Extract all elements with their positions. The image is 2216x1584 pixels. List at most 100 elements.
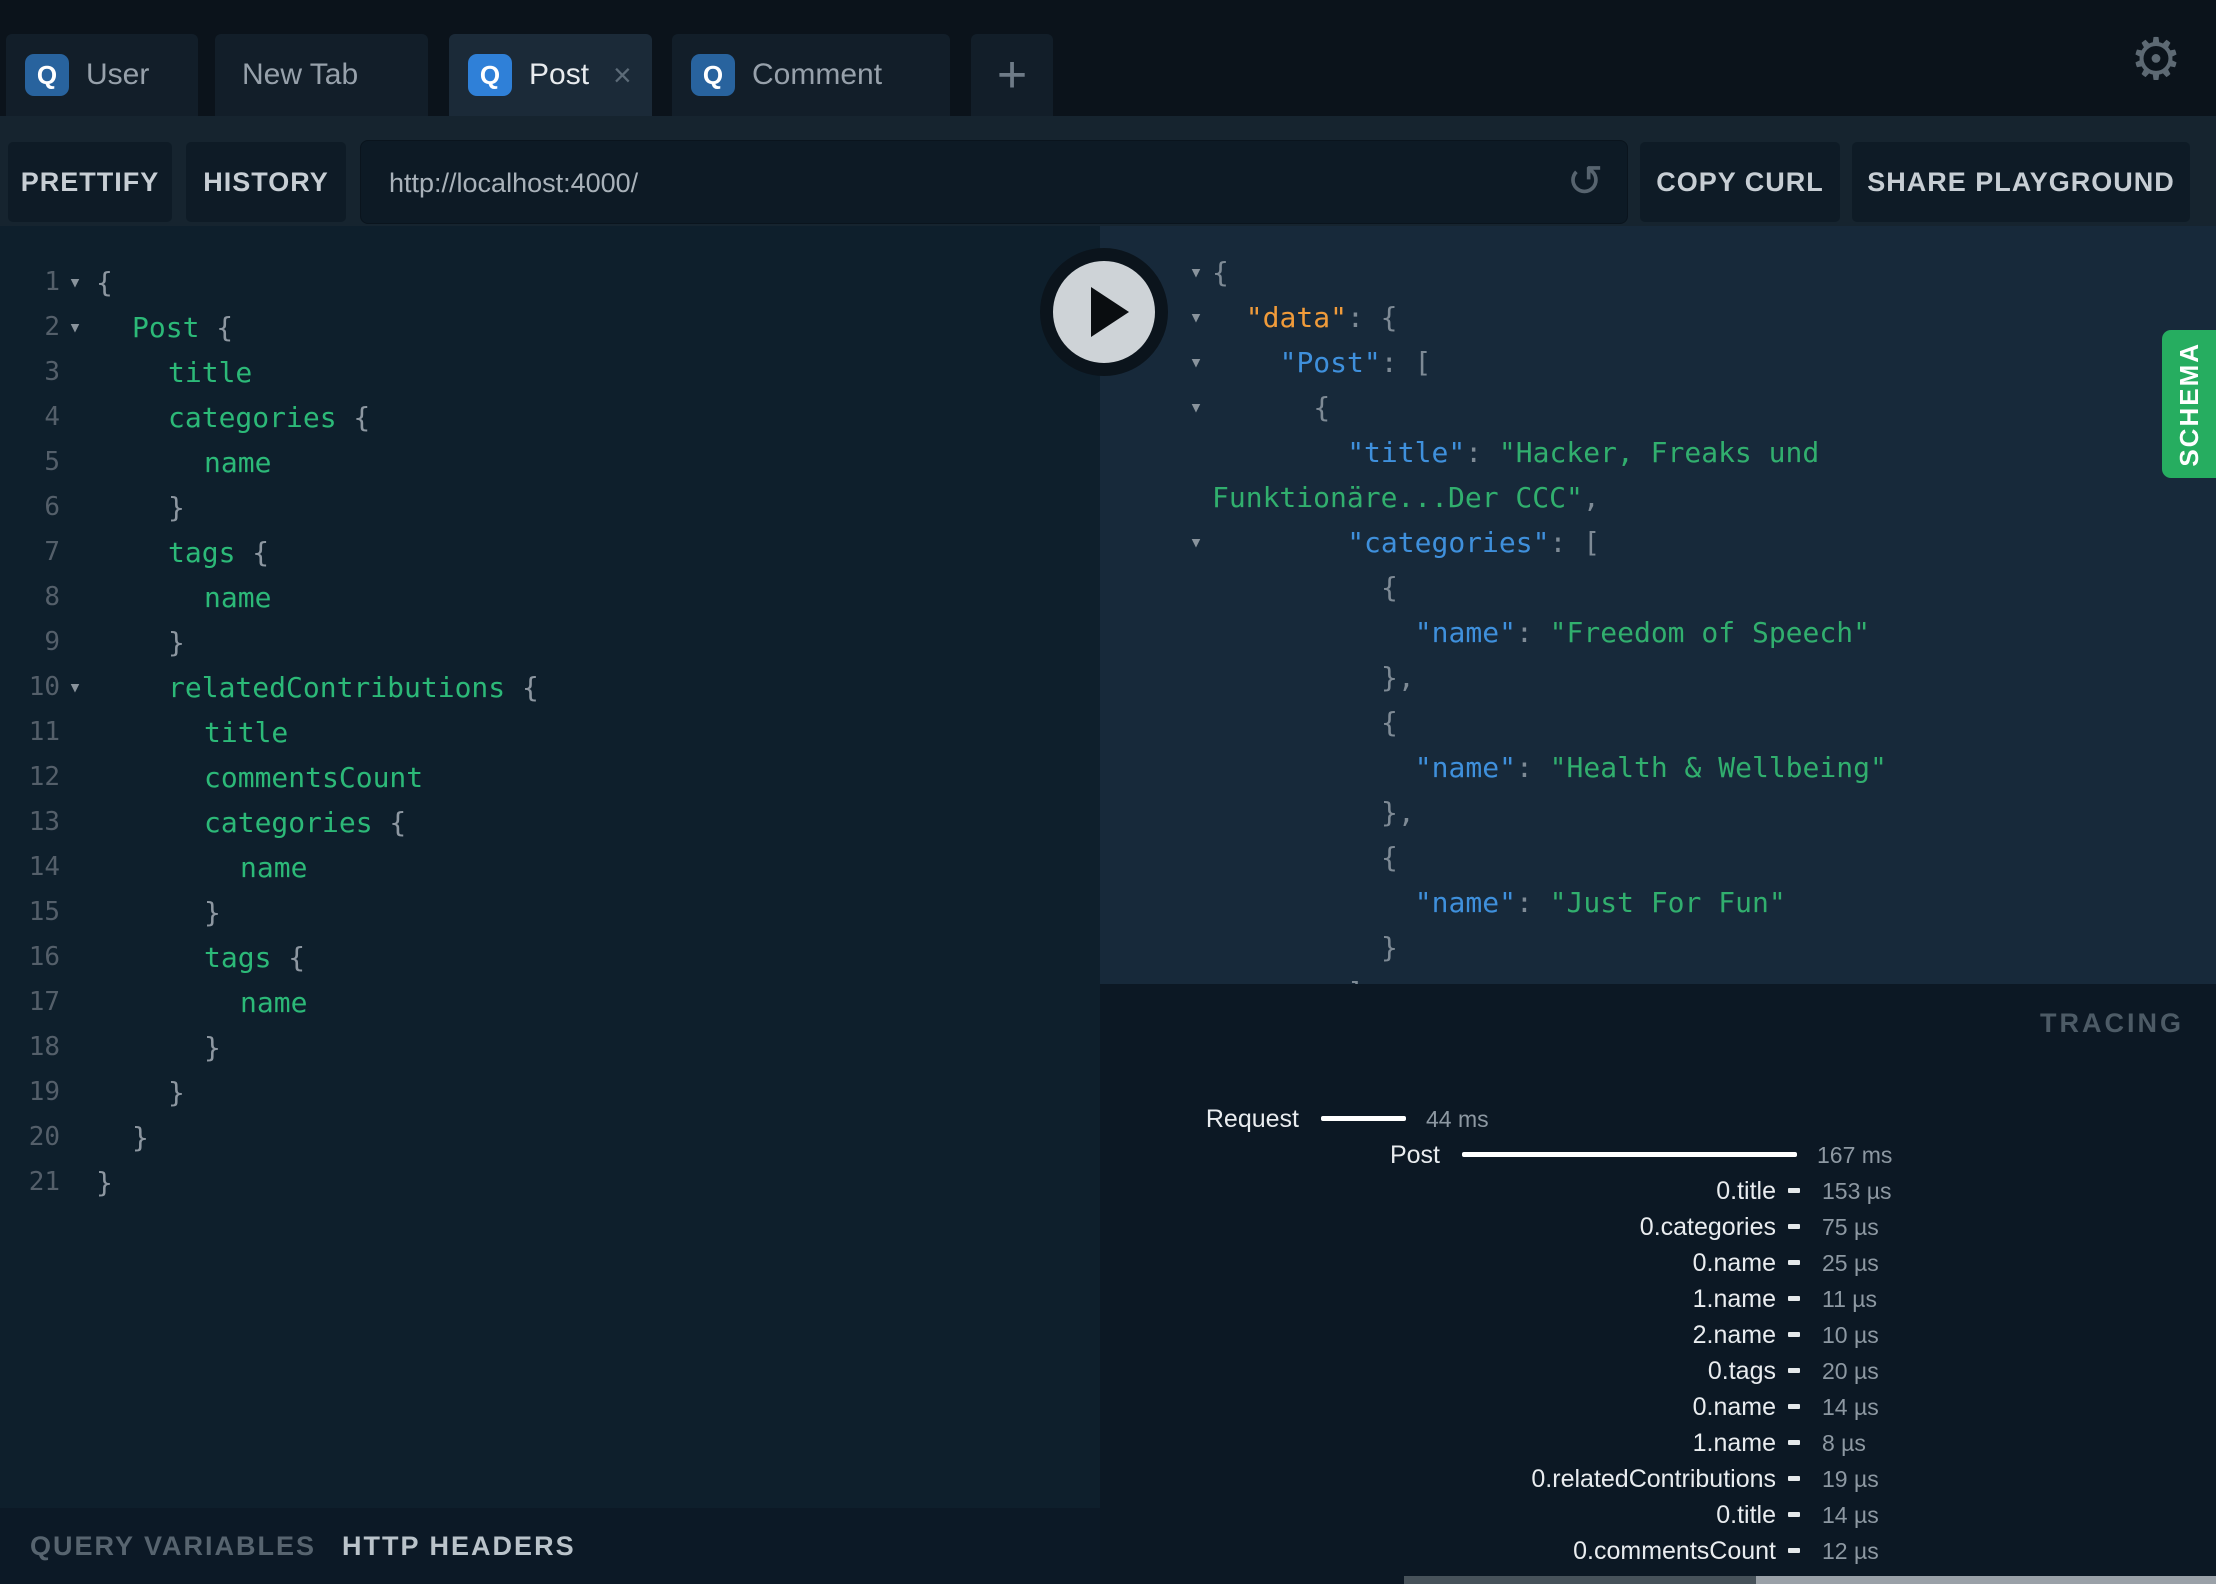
tab-user[interactable]: Q User: [6, 34, 198, 116]
fold-arrow-icon[interactable]: ▾: [1185, 385, 1207, 430]
tracing-scrollbar-track[interactable]: [1404, 1576, 1756, 1584]
query-line: 7 tags {: [0, 530, 1100, 575]
schema-tab-label: SCHEMA: [2173, 341, 2204, 467]
toolbar: PRETTIFY HISTORY ↺ COPY CURL SHARE PLAYG…: [0, 116, 2216, 226]
code-token: Funktionäre...Der CCC": [1212, 481, 1583, 514]
line-number: 16: [28, 942, 60, 972]
response-line: ▾ "categories": [: [1100, 520, 2216, 565]
tab-label: User: [86, 58, 150, 91]
trace-resolver-row: 1.name 8 µs: [1100, 1425, 2216, 1461]
code-token: ,: [1582, 481, 1600, 514]
query-badge-icon: Q: [25, 54, 69, 96]
response-line: }: [1100, 925, 2216, 970]
line-number: 20: [28, 1122, 60, 1152]
line-number: 6: [44, 492, 60, 522]
line-number: 14: [28, 852, 60, 882]
http-headers-tab[interactable]: HTTP HEADERS: [342, 1531, 576, 1562]
code-token: {: [1381, 841, 1398, 874]
response-line: },: [1100, 790, 2216, 835]
trace-duration-value: 25 µs: [1822, 1250, 1879, 1276]
tracing-scrollbar-thumb[interactable]: [1756, 1576, 2216, 1584]
refresh-schema-icon[interactable]: ↺: [1561, 155, 1609, 209]
code-token: "title": [1347, 436, 1466, 469]
trace-timeline-row: Post 167 ms: [1100, 1137, 2216, 1173]
copy-curl-button[interactable]: COPY CURL: [1640, 142, 1840, 222]
query-badge-icon: Q: [468, 54, 512, 96]
trace-resolver-row: 0.tags 20 µs: [1100, 1353, 2216, 1389]
trace-duration-bar: [1788, 1476, 1800, 1481]
fold-arrow-icon[interactable]: ▾: [1185, 520, 1207, 565]
trace-duration-value: 10 µs: [1822, 1322, 1879, 1348]
fold-arrow-icon[interactable]: ▾: [1185, 250, 1207, 295]
endpoint-url-field: ↺: [360, 140, 1628, 225]
trace-label: 0.title: [1716, 1177, 1776, 1205]
trace-resolver-row: 0.name 25 µs: [1100, 1245, 2216, 1281]
share-playground-button[interactable]: SHARE PLAYGROUND: [1852, 142, 2190, 222]
fold-arrow-icon[interactable]: ▾: [1185, 340, 1207, 385]
execute-query-button[interactable]: [1040, 248, 1168, 376]
code-token: relatedContributions: [168, 671, 506, 704]
prettify-button[interactable]: PRETTIFY: [8, 142, 172, 222]
code-token: :: [1465, 436, 1499, 469]
line-number: 5: [44, 447, 60, 477]
trace-label: 0.name: [1692, 1249, 1776, 1277]
fold-arrow-icon[interactable]: ▾: [60, 260, 90, 305]
code-token: "Health & Wellbeing": [1549, 751, 1887, 784]
code-token: "Freedom of Speech": [1549, 616, 1870, 649]
query-variables-tab[interactable]: QUERY VARIABLES: [30, 1531, 316, 1562]
tab-comment[interactable]: Q Comment: [672, 34, 950, 116]
settings-gear-icon[interactable]: ⚙: [2128, 28, 2184, 92]
trace-label: 0.title: [1716, 1501, 1776, 1529]
trace-duration-bar: [1788, 1404, 1800, 1409]
trace-duration-value: 19 µs: [1822, 1466, 1879, 1492]
code-token: {: [96, 266, 113, 299]
line-number: 13: [28, 807, 60, 837]
query-line: 20}: [0, 1115, 1100, 1160]
line-number: 11: [28, 717, 60, 747]
query-line: 6}: [0, 485, 1100, 530]
query-line: 15}: [0, 890, 1100, 935]
endpoint-url-input[interactable]: [387, 141, 1541, 225]
line-number: 21: [28, 1167, 60, 1197]
code-token: }: [204, 1031, 221, 1064]
trace-duration-bar: [1788, 1368, 1800, 1373]
response-line: Funktionäre...Der CCC",: [1100, 475, 2216, 520]
close-tab-icon[interactable]: ×: [613, 59, 632, 91]
query-line: 5 name: [0, 440, 1100, 485]
trace-duration-value: 11 µs: [1822, 1286, 1878, 1312]
line-number: 7: [44, 537, 60, 567]
fold-arrow-icon[interactable]: ▾: [1185, 295, 1207, 340]
tab-new-tab[interactable]: New Tab: [215, 34, 428, 116]
fold-arrow-icon[interactable]: ▾: [60, 305, 90, 350]
code-token: :: [1380, 346, 1415, 379]
schema-sidebar-tab[interactable]: SCHEMA: [2162, 330, 2216, 478]
query-line: 2 ▾ Post {: [0, 305, 1100, 350]
fold-arrow-icon[interactable]: ▾: [60, 665, 90, 710]
line-number: 12: [28, 762, 60, 792]
tab-post[interactable]: Q Post ×: [449, 34, 652, 116]
history-button[interactable]: HISTORY: [186, 142, 346, 222]
trace-resolver-row: 2.name 10 µs: [1100, 1317, 2216, 1353]
code-token: {: [235, 536, 270, 569]
code-token: "Just For Fun": [1549, 886, 1786, 919]
add-tab-button[interactable]: +: [971, 34, 1053, 116]
tracing-panel: TRACING Request 44 ms Post 167 ms 0.title 153…: [1100, 984, 2216, 1584]
code-token: }: [204, 896, 221, 929]
query-editor[interactable]: 1 ▾{2 ▾ Post {3 title 4 categories {5 name 6} 7 ta…: [0, 226, 1100, 1508]
code-token: :: [1515, 616, 1550, 649]
trace-resolver-row: 0.name 14 µs: [1100, 1389, 2216, 1425]
response-line: ▾ "data": {: [1100, 295, 2216, 340]
query-line: 17 name: [0, 980, 1100, 1025]
query-line: 1 ▾{: [0, 260, 1100, 305]
trace-duration-bar: [1788, 1548, 1800, 1553]
trace-resolver-row: 0.commentsCount 12 µs: [1100, 1533, 2216, 1569]
